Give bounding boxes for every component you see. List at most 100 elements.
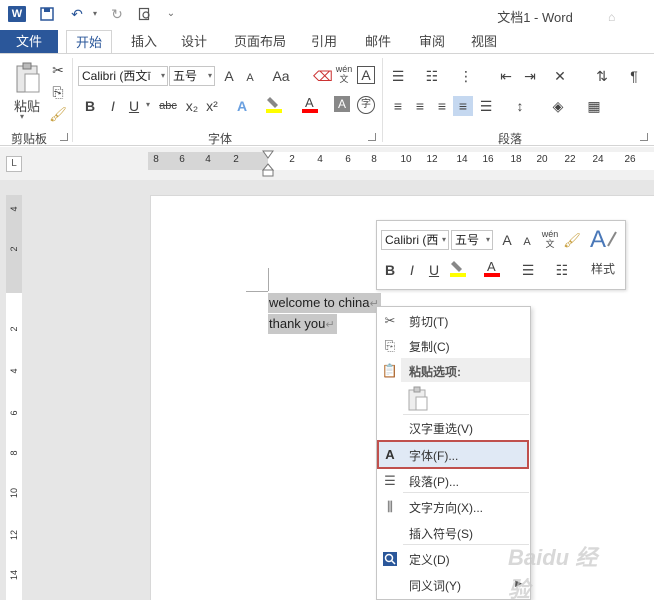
- redo-icon[interactable]: ↻: [108, 5, 126, 23]
- window-title: 文档1 - Word: [497, 10, 573, 25]
- highlight-icon[interactable]: [264, 94, 284, 114]
- mini-format-painter-icon[interactable]: 🖌: [562, 230, 582, 250]
- tab-selector[interactable]: L: [6, 156, 22, 172]
- shading-icon[interactable]: ◈: [548, 96, 568, 116]
- bold-button[interactable]: B: [80, 96, 100, 116]
- font-color-icon[interactable]: A: [300, 94, 320, 114]
- menu-item-text-direction[interactable]: ⫼ 文字方向(X)...: [377, 494, 530, 519]
- paragraph-icon: ☰: [384, 473, 396, 488]
- sort-icon[interactable]: ⇅: [592, 66, 612, 86]
- document-line-2[interactable]: thank you↵: [268, 314, 337, 334]
- customize-qa-icon[interactable]: ⌄: [162, 5, 180, 23]
- decrease-indent-icon[interactable]: ⇤: [496, 66, 516, 86]
- styles-label[interactable]: 样式: [588, 260, 618, 277]
- ruler-number: 4: [205, 154, 211, 165]
- word-app-icon[interactable]: W: [8, 6, 26, 22]
- undo-icon[interactable]: ↶: [68, 5, 86, 23]
- vruler-number: 12: [9, 530, 19, 541]
- tab-page-layout[interactable]: 页面布局: [228, 30, 292, 54]
- multilevel-list-icon[interactable]: ⋮: [456, 66, 476, 86]
- enclose-char-icon[interactable]: 字: [357, 96, 375, 114]
- align-center-icon[interactable]: ≡: [410, 96, 430, 116]
- group-divider: [72, 58, 73, 142]
- mini-grow-font-icon[interactable]: A: [497, 230, 517, 250]
- menu-item-font[interactable]: A 字体(F)...: [377, 442, 530, 467]
- tab-home[interactable]: 开始: [66, 30, 112, 54]
- mini-numbering-icon[interactable]: ☷: [552, 260, 572, 280]
- tab-mailings[interactable]: 邮件: [358, 30, 398, 54]
- shrink-font-icon[interactable]: A: [240, 68, 260, 88]
- numbering-icon[interactable]: ☷: [422, 66, 442, 86]
- help-icon[interactable]: ⌂: [608, 10, 624, 24]
- mini-font-size-combo[interactable]: 五号 ▾: [451, 230, 493, 250]
- tab-view[interactable]: 视图: [464, 30, 504, 54]
- mini-bullets-icon[interactable]: ☰: [518, 260, 538, 280]
- menu-item-cut[interactable]: ✂ 剪切(T): [377, 308, 530, 333]
- ruler-number: 6: [345, 154, 351, 165]
- mini-font-name-combo[interactable]: Calibri (西 ▾: [381, 230, 449, 250]
- char-border-icon[interactable]: A: [357, 66, 375, 84]
- distributed-icon[interactable]: ☰: [476, 96, 496, 116]
- tab-file[interactable]: 文件: [0, 30, 58, 54]
- paste-button[interactable]: 粘贴: [12, 96, 42, 115]
- ruler-number: 8: [153, 154, 159, 165]
- font-name-combo[interactable]: Calibri (西文ī ▾: [78, 66, 168, 86]
- vruler-number: 2: [9, 246, 19, 252]
- increase-indent-icon[interactable]: ⇥: [520, 66, 540, 86]
- align-right-icon[interactable]: ≡: [432, 96, 452, 116]
- copy-icon[interactable]: ⎘: [48, 82, 68, 102]
- mini-phonetic-icon[interactable]: wén 文: [540, 229, 560, 249]
- grow-font-icon[interactable]: A: [219, 66, 239, 86]
- ruler-number: 12: [426, 154, 438, 165]
- justify-icon[interactable]: ≡: [453, 96, 473, 116]
- bullets-icon[interactable]: ☰: [388, 66, 408, 86]
- align-left-icon[interactable]: ≡: [388, 96, 408, 116]
- char-shading-icon[interactable]: A: [334, 96, 350, 112]
- font-launcher-icon[interactable]: [368, 133, 376, 141]
- paste-dropdown-icon[interactable]: ▾: [20, 112, 24, 121]
- mini-bold-button[interactable]: B: [380, 260, 400, 280]
- text-effects-icon[interactable]: A: [232, 96, 252, 116]
- cut-icon[interactable]: ✂: [48, 60, 68, 80]
- line-spacing-icon[interactable]: ↕: [510, 96, 530, 116]
- italic-button[interactable]: I: [103, 96, 123, 116]
- styles-icon[interactable]: A: [588, 226, 622, 253]
- tab-design[interactable]: 设计: [174, 30, 214, 54]
- margin-corner-mark: [268, 268, 269, 291]
- mini-italic-button[interactable]: I: [402, 260, 422, 280]
- mini-shrink-font-icon[interactable]: A: [517, 232, 537, 252]
- underline-dropdown-icon[interactable]: ▾: [146, 100, 150, 109]
- format-painter-icon[interactable]: 🖌: [48, 104, 68, 124]
- font-icon: A: [385, 447, 395, 462]
- strikethrough-button[interactable]: abc: [156, 96, 180, 116]
- undo-dropdown-icon[interactable]: ▾: [86, 5, 104, 23]
- chinese-layout-icon[interactable]: ✕: [550, 66, 570, 86]
- subscript-button[interactable]: x₂: [182, 96, 202, 116]
- paste-icon[interactable]: [14, 62, 42, 94]
- mini-highlight-icon[interactable]: [448, 258, 468, 278]
- menu-item-reconversion[interactable]: 汉字重选(V): [377, 415, 530, 440]
- indent-marker-icon[interactable]: [261, 150, 275, 178]
- clear-format-icon[interactable]: ⌫: [313, 66, 333, 86]
- tab-review[interactable]: 审阅: [412, 30, 452, 54]
- save-icon[interactable]: [38, 5, 56, 23]
- phonetic-guide-icon[interactable]: wén 文: [334, 64, 354, 84]
- paste-keep-text-icon[interactable]: [406, 386, 430, 412]
- clipboard-launcher-icon[interactable]: [60, 133, 68, 141]
- mini-underline-button[interactable]: U: [424, 260, 444, 280]
- print-preview-icon[interactable]: [136, 5, 154, 23]
- menu-item-paragraph[interactable]: ☰ 段落(P)...: [377, 468, 530, 493]
- underline-button[interactable]: U: [124, 96, 144, 116]
- change-case-icon[interactable]: Aa: [266, 66, 296, 86]
- font-size-combo[interactable]: 五号 ▾: [169, 66, 215, 86]
- superscript-button[interactable]: x²: [202, 96, 222, 116]
- document-line-1[interactable]: welcome to china↵: [268, 293, 381, 313]
- borders-icon[interactable]: ▦: [584, 96, 604, 116]
- tab-references[interactable]: 引用: [304, 30, 344, 54]
- paragraph-launcher-icon[interactable]: [640, 133, 648, 141]
- ruler-number: 22: [564, 154, 576, 165]
- show-marks-icon[interactable]: ¶: [624, 66, 644, 86]
- mini-font-color-icon[interactable]: A: [482, 258, 502, 278]
- menu-item-copy[interactable]: ⎘ 复制(C): [377, 333, 530, 358]
- tab-insert[interactable]: 插入: [124, 30, 164, 54]
